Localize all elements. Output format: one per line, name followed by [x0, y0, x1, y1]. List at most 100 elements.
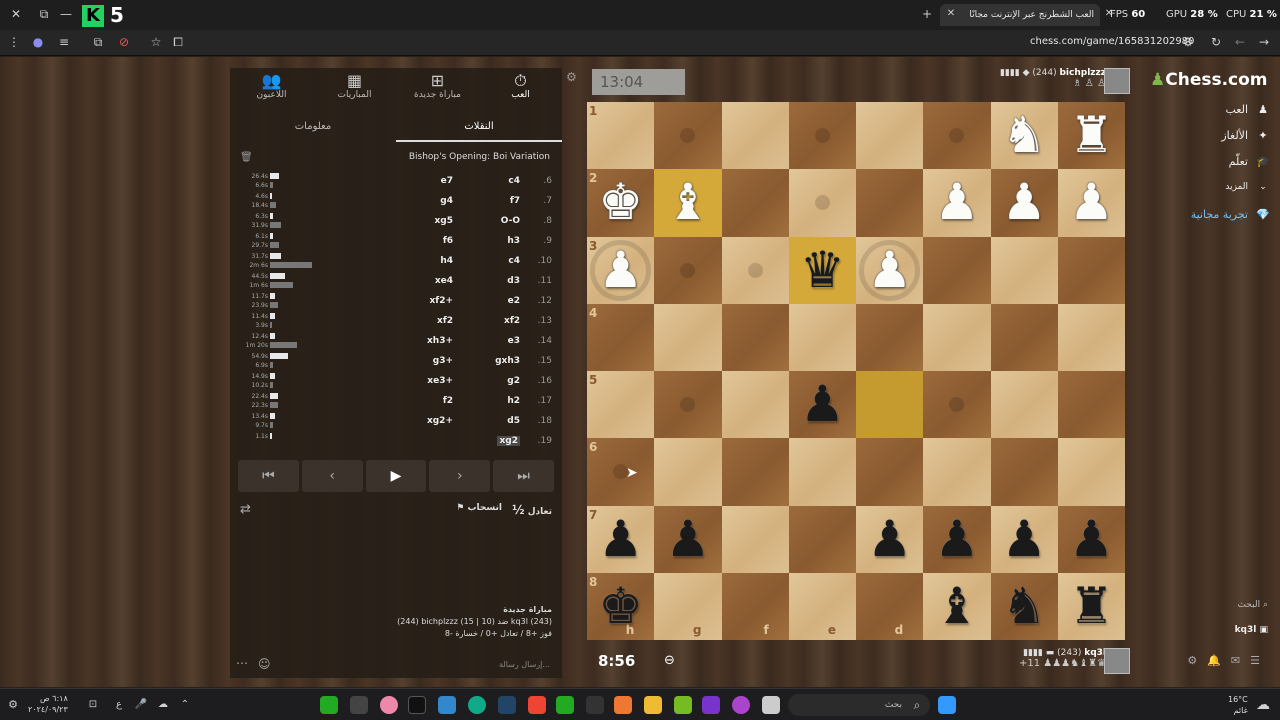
player-avatar[interactable] [1104, 648, 1130, 674]
black-pawn-piece[interactable]: ♟ [654, 506, 721, 573]
board-square[interactable] [856, 169, 924, 237]
forward-icon[interactable]: ← [1232, 32, 1248, 52]
board-square[interactable] [788, 438, 856, 506]
mail-icon[interactable]: ✉ [1231, 654, 1250, 667]
black-move[interactable]: g4 [440, 196, 453, 206]
panel-tab[interactable]: ▦ المباريات [313, 68, 396, 110]
black-move[interactable]: xf2 [437, 316, 453, 326]
black-move[interactable]: xe3+ [427, 376, 453, 386]
black-move[interactable]: xh3+ [427, 336, 453, 346]
white-move[interactable]: h2 [507, 396, 520, 406]
tab-info[interactable]: معلومات [230, 114, 396, 142]
board-square[interactable]: ♞ [990, 572, 1058, 640]
white-pawn-piece[interactable]: ♟ [923, 169, 990, 236]
board-square[interactable] [721, 438, 789, 506]
board-square[interactable]: 8 h ♚ [587, 572, 655, 640]
nav-play[interactable]: العب ♟ [1225, 103, 1272, 116]
xbox-app-icon[interactable] [556, 696, 574, 714]
clock-readout[interactable]: ٦:١٨ ص ٢٠٢٤/٠٩/٢٣ [28, 693, 68, 715]
close-icon[interactable]: ✕ [6, 4, 26, 24]
opponent-avatar[interactable] [1104, 68, 1130, 94]
tune-icon[interactable]: ≡ [56, 32, 72, 52]
board-square[interactable]: ♟ [654, 505, 722, 573]
board-square[interactable]: 2 ♚ [587, 169, 655, 237]
black-pawn-piece[interactable]: ♟ [789, 371, 856, 438]
app-purple-icon[interactable] [702, 696, 720, 714]
board-square[interactable] [788, 303, 856, 371]
resign-button[interactable]: ⚑ انسحاب [456, 503, 502, 513]
move-hint-dot[interactable] [814, 195, 830, 211]
windows-start-icon[interactable] [938, 696, 956, 714]
board-square[interactable] [856, 102, 924, 170]
white-move[interactable]: f7 [510, 196, 520, 206]
settings-gear-icon[interactable]: ⚙ [566, 70, 577, 84]
white-move[interactable]: d5 [507, 416, 520, 426]
first-move-button[interactable]: ⏮ [238, 460, 299, 492]
move-hint-dot[interactable] [680, 128, 696, 143]
draw-button[interactable]: ½ تعادل [512, 503, 552, 517]
new-tab-icon[interactable]: + [918, 4, 936, 24]
prev-move-button[interactable]: ‹ [301, 460, 363, 492]
chevron-up-icon[interactable]: ⌃ [178, 695, 192, 715]
board-square[interactable]: ♟ [1057, 505, 1125, 573]
board-square[interactable] [721, 371, 789, 439]
profile-icon[interactable]: ● [30, 32, 46, 52]
white-move[interactable]: d3 [507, 276, 520, 286]
board-square[interactable] [654, 371, 722, 439]
wifi-icon[interactable]: ⚙ [6, 695, 20, 715]
xbox-icon[interactable] [320, 696, 338, 714]
bookmark-star-icon[interactable]: ☆ [148, 32, 164, 52]
move-hint-dot[interactable] [747, 262, 763, 278]
board-square[interactable] [788, 505, 856, 573]
white-move[interactable]: h3 [507, 236, 520, 246]
board-square[interactable] [1057, 438, 1125, 506]
bell-icon[interactable]: 🔔 [1207, 654, 1231, 667]
app-orange-icon[interactable] [614, 696, 632, 714]
mic-icon[interactable]: 🎤 [134, 695, 148, 715]
board-square[interactable] [923, 371, 991, 439]
search-link[interactable]: البحث ⌕ [1237, 600, 1268, 610]
nvidia-icon[interactable] [674, 696, 692, 714]
brave-icon[interactable] [528, 696, 546, 714]
board-square[interactable]: ♟ [990, 169, 1058, 237]
folder-icon[interactable] [644, 696, 662, 714]
board-square[interactable] [721, 303, 789, 371]
black-move[interactable]: f6 [443, 236, 453, 246]
emoji-icon[interactable]: ☺ [258, 657, 271, 671]
next-move-button[interactable]: › [429, 460, 491, 492]
app-white-icon[interactable] [762, 696, 780, 714]
black-knight-piece[interactable]: ♞ [991, 573, 1058, 640]
window-icon[interactable]: ⧉ [34, 4, 54, 24]
black-pawn-piece[interactable]: ♟ [587, 506, 654, 573]
block-icon[interactable]: ⊘ [116, 32, 132, 52]
extension-icon[interactable]: ⧉ [90, 32, 106, 52]
board-square[interactable]: ♛ [788, 236, 856, 304]
move-hint-dot[interactable] [814, 128, 830, 143]
white-bishop-piece[interactable]: ♝ [654, 169, 721, 236]
white-pawn-piece[interactable]: ♟ [1058, 169, 1125, 236]
white-move[interactable]: c4 [508, 176, 520, 186]
board-square[interactable]: ♟ [1057, 169, 1125, 237]
black-move[interactable]: xg5 [434, 216, 453, 226]
board-square[interactable] [721, 102, 789, 170]
board-square[interactable]: d [856, 572, 924, 640]
board-square[interactable] [856, 371, 924, 439]
black-move[interactable]: e7 [441, 176, 453, 186]
panel-tab[interactable]: ⏱ العب [479, 68, 562, 110]
black-pawn-piece[interactable]: ♟ [856, 506, 923, 573]
board-square[interactable]: 5 [587, 371, 655, 439]
panel-tab[interactable]: ⊞ مباراة جديدة [396, 68, 479, 110]
board-square[interactable]: ♜ [1057, 572, 1125, 640]
board-square[interactable]: 1 [587, 102, 655, 170]
epic-icon[interactable] [586, 696, 604, 714]
chat-input[interactable]: إرسال رسالة... [499, 660, 550, 669]
board-square[interactable] [856, 438, 924, 506]
black-move[interactable]: xf2+ [429, 296, 453, 306]
discord-icon[interactable] [732, 696, 750, 714]
white-move[interactable]: O-O [501, 216, 520, 226]
board-square[interactable] [923, 303, 991, 371]
player-name[interactable]: kq3l [1084, 648, 1106, 658]
reload-icon[interactable]: ↻ [1208, 32, 1224, 52]
nav-free-trial[interactable]: تجربة مجانية 💎 [1191, 208, 1272, 221]
board-square[interactable] [990, 438, 1058, 506]
